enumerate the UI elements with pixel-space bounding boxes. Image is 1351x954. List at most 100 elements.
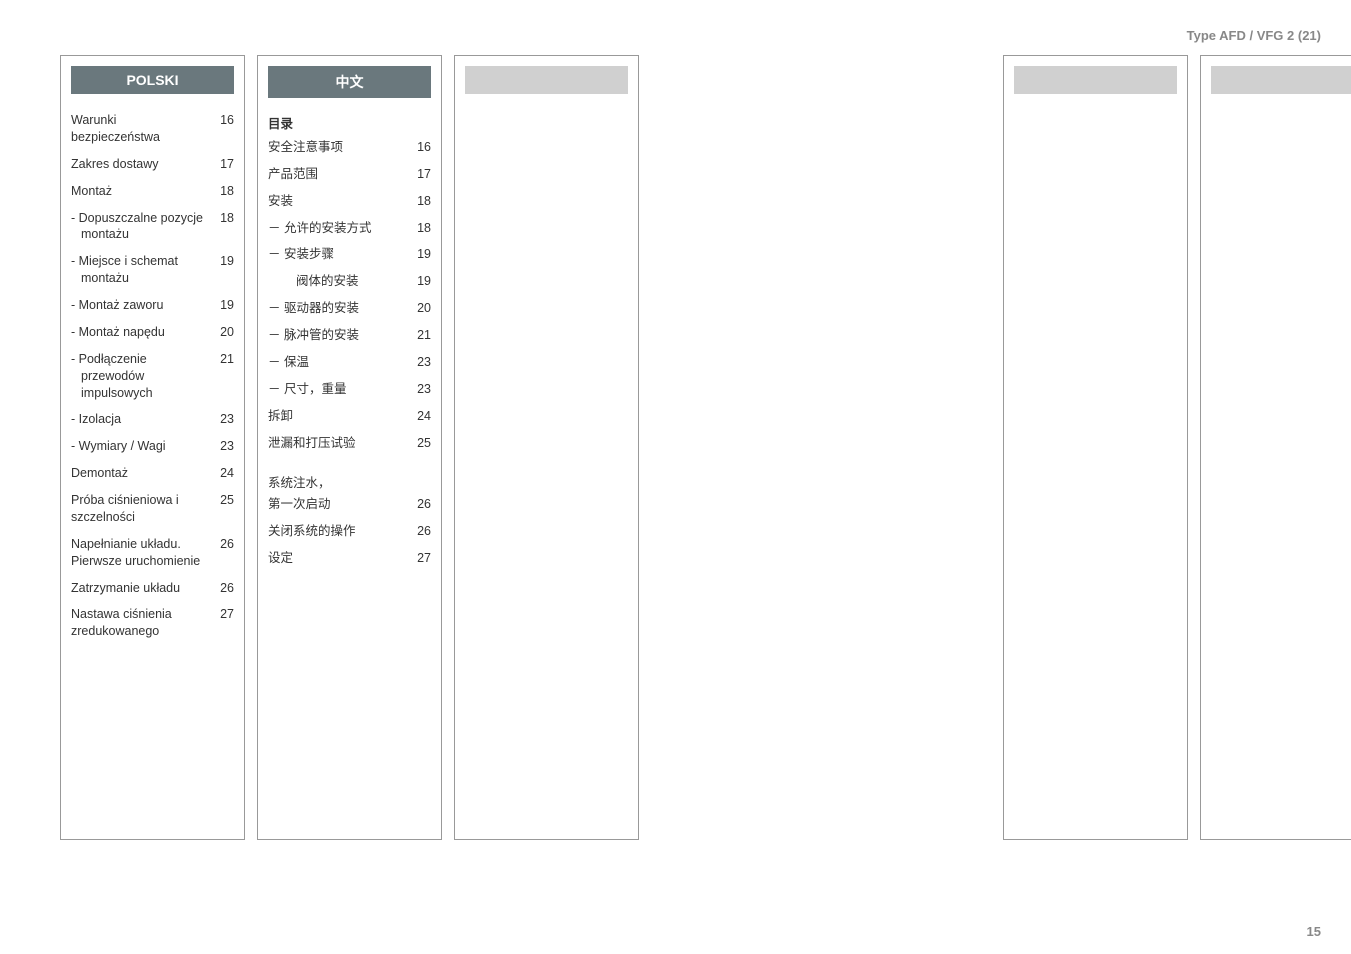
toc-page: 26 xyxy=(212,536,234,553)
toc-row: － 保温 23 xyxy=(268,354,431,371)
toc-label: - Wymiary / Wagi xyxy=(71,438,212,455)
toc-row: Napełnianie układu. Pierwsze uruchomieni… xyxy=(71,536,234,570)
toc-row: － 允许的安装方式 18 xyxy=(268,220,431,237)
toc-label: Napełnianie układu. Pierwsze uruchomieni… xyxy=(71,536,212,570)
toc-row: - Dopuszczalne pozycje montażu 18 xyxy=(71,210,234,244)
toc-label: － 驱动器的安装 xyxy=(268,300,409,317)
toc-page: 17 xyxy=(212,156,234,173)
polski-panel: POLSKI Warunki bezpieczeństwa 16 Zakres … xyxy=(60,55,245,840)
toc-row: － 脉冲管的安装 21 xyxy=(268,327,431,344)
empty-panel-4 xyxy=(1003,55,1188,840)
toc-row: － 安装步骤 19 xyxy=(268,246,431,263)
toc-label: - Podłączenie przewodów impulsowych xyxy=(71,351,212,402)
toc-row: Próba ciśnieniowa i szczelności 25 xyxy=(71,492,234,526)
toc-page: 24 xyxy=(409,408,431,425)
toc-page: 19 xyxy=(212,297,234,314)
toc-page: 25 xyxy=(409,435,431,452)
toc-row: 关闭系统的操作 26 xyxy=(268,523,431,540)
toc-label: - Montaż zaworu xyxy=(71,297,212,314)
toc-page: 27 xyxy=(212,606,234,623)
chinese-title: 中文 xyxy=(268,66,431,98)
content-columns: POLSKI Warunki bezpieczeństwa 16 Zakres … xyxy=(0,0,1351,870)
toc-row: 安装 18 xyxy=(268,193,431,210)
empty-panel-3 xyxy=(454,55,639,840)
toc-label: Próba ciśnieniowa i szczelności xyxy=(71,492,212,526)
document-type-header: Type AFD / VFG 2 (21) xyxy=(1187,28,1321,43)
toc-label: － 允许的安装方式 xyxy=(268,220,409,237)
toc-page: 24 xyxy=(212,465,234,482)
empty-header xyxy=(1014,66,1177,94)
toc-page: 23 xyxy=(212,411,234,428)
toc-row: 泄漏和打压试验 25 xyxy=(268,435,431,452)
toc-row: - Montaż napędu 20 xyxy=(71,324,234,341)
toc-page: 19 xyxy=(409,246,431,263)
toc-row: Zakres dostawy 17 xyxy=(71,156,234,173)
toc-row: - Montaż zaworu 19 xyxy=(71,297,234,314)
toc-row: 产品范围 17 xyxy=(268,166,431,183)
toc-label: 第一次启动 xyxy=(268,496,409,513)
toc-label: 泄漏和打压试验 xyxy=(268,435,409,452)
toc-page: 23 xyxy=(212,438,234,455)
toc-row: 安全注意事项 16 xyxy=(268,139,431,156)
toc-label: － 尺寸，重量 xyxy=(268,381,409,398)
toc-row: - Podłączenie przewodów impulsowych 21 xyxy=(71,351,234,402)
spacer xyxy=(651,55,991,840)
chinese-panel: 中文 目录 安全注意事项 16 产品范围 17 安装 18 － 允许的安装方式 … xyxy=(257,55,442,840)
toc-page: 20 xyxy=(409,300,431,317)
empty-header xyxy=(1211,66,1351,94)
toc-page: 18 xyxy=(409,220,431,237)
toc-page: 16 xyxy=(212,112,234,129)
page-number: 15 xyxy=(1307,924,1321,939)
toc-page: 19 xyxy=(212,253,234,270)
toc-row: - Miejsce i schemat montażu 19 xyxy=(71,253,234,287)
toc-page: 21 xyxy=(409,327,431,344)
toc-row: 阀体的安装 19 xyxy=(268,273,431,290)
toc-heading: 目录 xyxy=(268,116,431,133)
toc-label: 拆卸 xyxy=(268,408,409,425)
toc-label: 安装 xyxy=(268,193,409,210)
toc-page: 23 xyxy=(409,354,431,371)
toc-page: 18 xyxy=(212,183,234,200)
toc-label: Nastawa ciśnienia zredukowanego xyxy=(71,606,212,640)
toc-row: － 驱动器的安装 20 xyxy=(268,300,431,317)
toc-row: 第一次启动 26 xyxy=(268,496,431,513)
toc-page: 23 xyxy=(409,381,431,398)
toc-page: 17 xyxy=(409,166,431,183)
toc-page: 27 xyxy=(409,550,431,567)
toc-page: 18 xyxy=(212,210,234,227)
toc-page: 26 xyxy=(212,580,234,597)
toc-label: Zakres dostawy xyxy=(71,156,212,173)
toc-label: - Montaż napędu xyxy=(71,324,212,341)
toc-page: 26 xyxy=(409,496,431,513)
toc-row: Montaż 18 xyxy=(71,183,234,200)
toc-label: Montaż xyxy=(71,183,212,200)
toc-label: 产品范围 xyxy=(268,166,409,183)
toc-label: - Miejsce i schemat montażu xyxy=(71,253,212,287)
toc-label: - Izolacja xyxy=(71,411,212,428)
toc-label: － 脉冲管的安装 xyxy=(268,327,409,344)
toc-label: Demontaż xyxy=(71,465,212,482)
toc-page: 25 xyxy=(212,492,234,509)
toc-row: － 尺寸，重量 23 xyxy=(268,381,431,398)
toc-page: 21 xyxy=(212,351,234,368)
toc-page: 19 xyxy=(409,273,431,290)
toc-row: Zatrzymanie układu 26 xyxy=(71,580,234,597)
toc-row: - Izolacja 23 xyxy=(71,411,234,428)
toc-label: 设定 xyxy=(268,550,409,567)
toc-page: 20 xyxy=(212,324,234,341)
toc-heading-label: 目录 xyxy=(268,116,431,133)
toc-row: Demontaż 24 xyxy=(71,465,234,482)
toc-row: - Wymiary / Wagi 23 xyxy=(71,438,234,455)
empty-header xyxy=(465,66,628,94)
toc-label: － 安装步骤 xyxy=(268,246,409,263)
polski-title: POLSKI xyxy=(71,66,234,94)
toc-label: 阀体的安装 xyxy=(268,273,409,290)
toc-page: 16 xyxy=(409,139,431,156)
toc-label: 系统注水， xyxy=(268,475,409,492)
toc-label: Warunki bezpieczeństwa xyxy=(71,112,212,146)
toc-row: 系统注水， xyxy=(268,475,431,492)
toc-label: - Dopuszczalne pozycje montażu xyxy=(71,210,212,244)
toc-label: － 保温 xyxy=(268,354,409,371)
toc-label: 关闭系统的操作 xyxy=(268,523,409,540)
toc-row: 拆卸 24 xyxy=(268,408,431,425)
